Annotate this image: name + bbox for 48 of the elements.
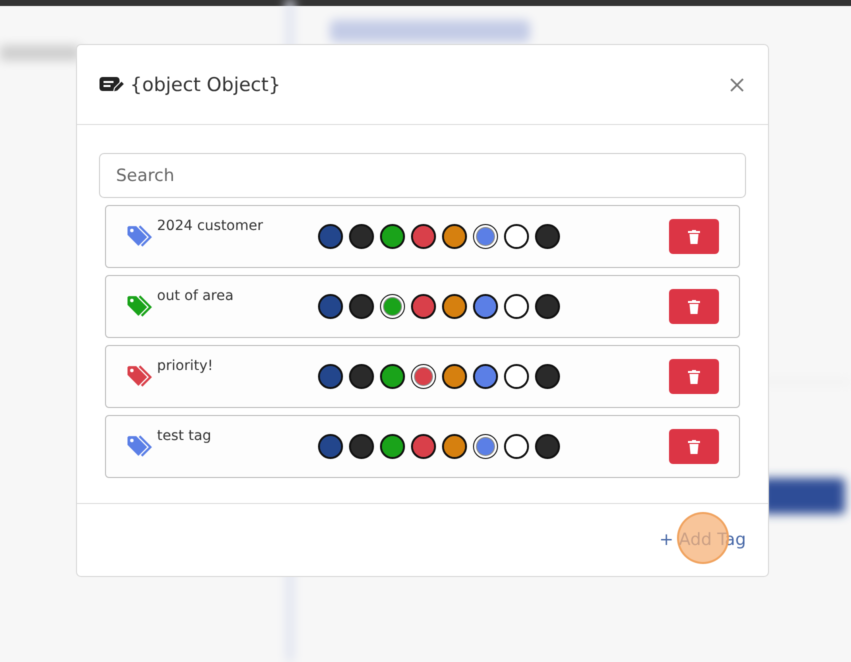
color-swatch[interactable] — [535, 364, 560, 389]
color-swatch[interactable] — [411, 364, 436, 389]
color-swatch[interactable] — [504, 434, 529, 459]
color-swatch[interactable] — [504, 224, 529, 249]
color-swatch[interactable] — [442, 294, 467, 319]
color-swatch[interactable] — [318, 294, 343, 319]
color-swatch[interactable] — [535, 294, 560, 319]
color-swatch[interactable] — [473, 434, 498, 459]
color-swatch[interactable] — [411, 224, 436, 249]
tag-name: priority! — [157, 358, 214, 374]
color-swatch[interactable] — [535, 224, 560, 249]
trash-icon — [688, 300, 700, 314]
delete-button[interactable] — [669, 429, 719, 464]
color-swatch[interactable] — [473, 224, 498, 249]
color-swatch[interactable] — [411, 434, 436, 459]
color-swatch[interactable] — [473, 294, 498, 319]
tag-name: test tag — [157, 428, 212, 444]
color-swatch[interactable] — [442, 224, 467, 249]
color-swatch[interactable] — [380, 364, 405, 389]
color-swatch[interactable] — [380, 224, 405, 249]
trash-icon — [688, 370, 700, 384]
color-swatch[interactable] — [504, 294, 529, 319]
color-swatch[interactable] — [349, 364, 374, 389]
color-swatch[interactable] — [318, 364, 343, 389]
color-swatch[interactable] — [473, 364, 498, 389]
color-swatch[interactable] — [504, 364, 529, 389]
search-field[interactable]: Search — [99, 153, 746, 198]
trash-icon — [688, 230, 700, 244]
color-swatch[interactable] — [349, 434, 374, 459]
delete-button[interactable] — [669, 289, 719, 324]
note-pencil-icon — [99, 76, 126, 94]
tag-name: out of area — [157, 288, 234, 304]
color-swatch[interactable] — [318, 434, 343, 459]
color-swatch[interactable] — [318, 224, 343, 249]
color-swatch[interactable] — [442, 364, 467, 389]
tag-name: 2024 customer — [157, 218, 264, 234]
color-swatch[interactable] — [442, 434, 467, 459]
color-swatch[interactable] — [380, 294, 405, 319]
delete-button[interactable] — [669, 359, 719, 394]
color-swatch[interactable] — [411, 294, 436, 319]
dialog-title: {object Object} — [130, 74, 282, 96]
color-swatch[interactable] — [349, 224, 374, 249]
color-swatch[interactable] — [349, 294, 374, 319]
delete-button[interactable] — [669, 219, 719, 254]
color-swatch[interactable] — [535, 434, 560, 459]
color-swatch[interactable] — [380, 434, 405, 459]
close-button[interactable] — [728, 76, 746, 94]
trash-icon — [688, 440, 700, 454]
